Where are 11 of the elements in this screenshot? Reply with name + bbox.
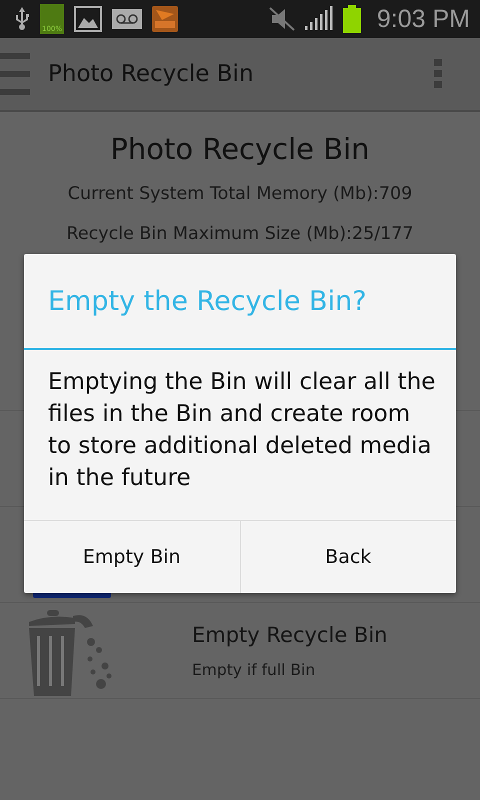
info-text: Recycle Bin Maximum Size (Mb):25/177	[66, 224, 414, 244]
app-title: Photo Recycle Bin	[48, 61, 255, 87]
dialog-title: Empty the Recycle Bin?	[24, 254, 456, 350]
item-subtitle: Empty if full Bin	[192, 660, 316, 678]
dialog-message: Emptying the Bin will clear all the files in the Bin and create room to store additional deleted media in the future	[47, 368, 436, 493]
dialog-button[interactable]: Back	[240, 521, 456, 593]
clock-time: 9:03 PM	[376, 4, 470, 34]
page-title: Photo Recycle Bin	[110, 132, 370, 166]
dialog-button[interactable]: Empty Bin	[24, 521, 240, 593]
item-title: Empty Recycle Bin	[192, 622, 388, 646]
info-text: Current System Total Memory (Mb):709	[68, 184, 412, 204]
